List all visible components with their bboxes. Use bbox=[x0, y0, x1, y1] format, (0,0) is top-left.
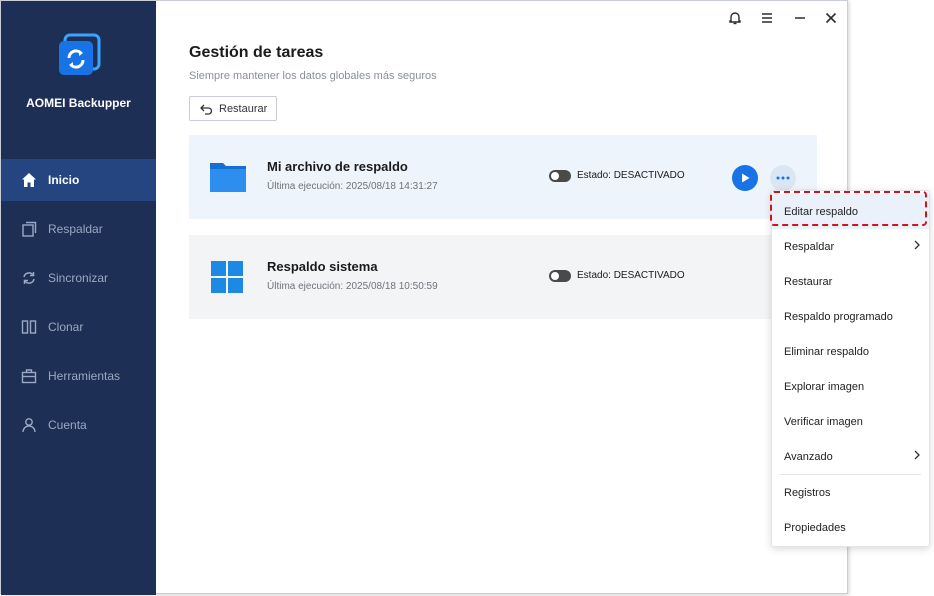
hamburger-icon[interactable] bbox=[758, 9, 776, 27]
close-icon[interactable] bbox=[822, 9, 840, 27]
sidebar-item-cuenta[interactable]: Cuenta bbox=[1, 404, 156, 446]
menu-item-label: Editar respaldo bbox=[784, 205, 858, 218]
menu-item-label: Explorar imagen bbox=[784, 380, 865, 393]
sidebar-item-label: Herramientas bbox=[48, 369, 121, 383]
aomei-logo-icon bbox=[55, 31, 103, 79]
home-icon bbox=[20, 171, 38, 189]
menu-item-label: Respaldo programado bbox=[784, 310, 893, 323]
page-subtitle: Siempre mantener los datos globales más … bbox=[189, 70, 437, 82]
menu-item-verificar-imagen[interactable]: Verificar imagen bbox=[772, 404, 929, 439]
sidebar: AOMEI Backupper Inicio Respaldar Sincron… bbox=[1, 1, 156, 595]
task-last-run: Última ejecución: 2025/08/18 10:50:59 bbox=[267, 281, 438, 292]
menu-item-label: Respaldar bbox=[784, 240, 835, 253]
chevron-right-icon bbox=[913, 450, 921, 463]
app-window: AOMEI Backupper Inicio Respaldar Sincron… bbox=[0, 0, 848, 595]
sidebar-item-label: Inicio bbox=[48, 173, 80, 187]
menu-item-avanzado[interactable]: Avanzado bbox=[772, 439, 929, 474]
task-card[interactable]: Respaldo sistema Última ejecución: 2025/… bbox=[189, 235, 817, 319]
sidebar-item-label: Sincronizar bbox=[48, 271, 109, 285]
user-icon bbox=[20, 416, 38, 434]
clone-icon bbox=[20, 318, 38, 336]
menu-item-respaldar[interactable]: Respaldar bbox=[772, 229, 929, 264]
sidebar-item-label: Respaldar bbox=[48, 222, 103, 236]
sidebar-item-herramientas[interactable]: Herramientas bbox=[1, 355, 156, 397]
app-logo-area: AOMEI Backupper bbox=[1, 31, 156, 110]
undo-icon bbox=[200, 103, 213, 115]
menu-item-respaldo-programado[interactable]: Respaldo programado bbox=[772, 299, 929, 334]
menu-item-propiedades[interactable]: Propiedades bbox=[772, 510, 929, 545]
sidebar-item-sincronizar[interactable]: Sincronizar bbox=[1, 257, 156, 299]
tools-icon bbox=[20, 367, 38, 385]
sidebar-item-respaldar[interactable]: Respaldar bbox=[1, 208, 156, 250]
folder-icon bbox=[209, 159, 247, 195]
backup-icon bbox=[20, 220, 38, 238]
menu-item-label: Propiedades bbox=[784, 521, 846, 534]
sync-icon bbox=[20, 269, 38, 287]
run-task-button[interactable] bbox=[732, 165, 758, 191]
task-context-menu: Editar respaldo Respaldar Restaurar Resp… bbox=[771, 190, 930, 547]
bell-icon[interactable] bbox=[726, 9, 744, 27]
windows-icon bbox=[209, 259, 247, 295]
more-dots-icon bbox=[776, 176, 790, 180]
sidebar-item-label: Cuenta bbox=[48, 418, 87, 432]
menu-item-label: Verificar imagen bbox=[784, 415, 863, 428]
more-options-button[interactable] bbox=[770, 165, 796, 191]
menu-item-explorar-imagen[interactable]: Explorar imagen bbox=[772, 369, 929, 404]
menu-item-label: Registros bbox=[784, 486, 831, 499]
restore-button-label: Restaurar bbox=[219, 102, 268, 115]
menu-item-label: Restaurar bbox=[784, 275, 833, 288]
menu-item-registros[interactable]: Registros bbox=[772, 475, 929, 510]
sidebar-item-clonar[interactable]: Clonar bbox=[1, 306, 156, 348]
menu-item-label: Eliminar respaldo bbox=[784, 345, 869, 358]
menu-item-restaurar[interactable]: Restaurar bbox=[772, 264, 929, 299]
task-status-toggle[interactable] bbox=[549, 270, 571, 282]
page-title: Gestión de tareas bbox=[189, 44, 324, 61]
sidebar-item-inicio[interactable]: Inicio bbox=[1, 159, 156, 201]
restore-button[interactable]: Restaurar bbox=[189, 96, 277, 121]
menu-item-label: Avanzado bbox=[784, 450, 833, 463]
task-card[interactable]: Mi archivo de respaldo Última ejecución:… bbox=[189, 135, 817, 219]
task-title: Mi archivo de respaldo bbox=[267, 159, 408, 174]
task-status-toggle[interactable] bbox=[549, 170, 571, 182]
app-name: AOMEI Backupper bbox=[26, 96, 131, 110]
menu-item-eliminar-respaldo[interactable]: Eliminar respaldo bbox=[772, 334, 929, 369]
task-status-label: Estado: DESACTIVADO bbox=[577, 270, 685, 281]
task-status-label: Estado: DESACTIVADO bbox=[577, 170, 685, 181]
sidebar-nav: Inicio Respaldar Sincronizar Clonar Herr… bbox=[1, 159, 156, 453]
chevron-right-icon bbox=[913, 240, 921, 253]
play-icon bbox=[742, 173, 750, 183]
task-title: Respaldo sistema bbox=[267, 259, 378, 274]
task-last-run: Última ejecución: 2025/08/18 14:31:27 bbox=[267, 181, 438, 192]
minimize-icon[interactable] bbox=[791, 9, 809, 27]
sidebar-item-label: Clonar bbox=[48, 320, 84, 334]
menu-item-editar-respaldo[interactable]: Editar respaldo bbox=[772, 194, 929, 229]
